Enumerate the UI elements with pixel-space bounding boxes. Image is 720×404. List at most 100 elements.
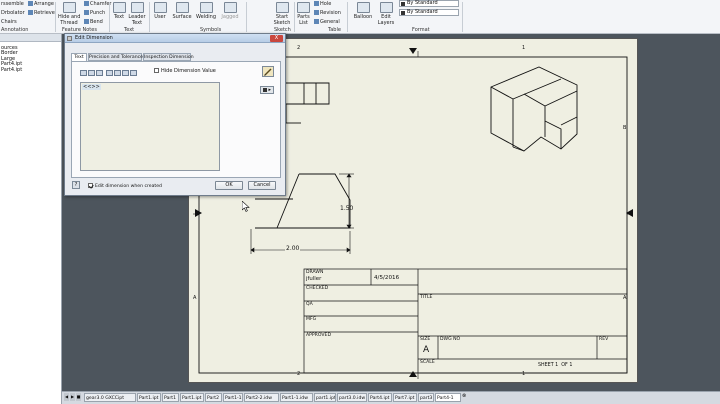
retrieve-button[interactable]: Retrieve [28,10,55,16]
isometric-view [490,66,578,152]
pen-icon[interactable] [262,66,274,77]
tab-scroll-right-icon[interactable]: ▶ [70,393,75,401]
ribbon-item-chairs[interactable]: Chairs [1,19,17,25]
doc-tab[interactable]: Part1-1.idw [280,393,313,402]
hide-dimension-value-checkbox[interactable]: Hide Dimension Value [154,68,216,74]
ribbon-separator [294,2,295,32]
hole-table-button[interactable]: Hole [314,1,331,7]
leader-text-icon [130,2,144,13]
doc-tab[interactable]: Part1.ipt [137,393,161,402]
style-combo[interactable]: By Standard [399,0,459,7]
hide-value-checkbox-box[interactable] [154,68,159,73]
doc-tab[interactable]: part1.ipt [314,393,336,402]
text-below-icon[interactable] [106,70,113,76]
text-button[interactable]: Text [112,2,126,26]
title-checked: CHECKED [306,286,329,291]
bend-icon [84,19,89,24]
doc-tab[interactable]: gear3.0 GXCCipt [84,393,136,402]
ribbon-separator [347,2,348,32]
doc-tab[interactable]: part3 [418,393,434,402]
doc-tab[interactable]: Part2 [205,393,222,402]
hole-table-icon [314,1,319,6]
mouse-cursor-icon [242,201,250,212]
help-button[interactable]: ? [72,181,80,189]
doc-tab[interactable]: Part1-1 [223,393,243,402]
doc-tab[interactable]: Part7.ipt [393,393,417,402]
ribbon-item-annotator[interactable]: Drbolator [1,10,25,16]
title-sheet: SHEET 1 OF 1 [538,363,573,368]
title-drawn-by: jfuller [306,276,322,282]
ok-button[interactable]: OK [215,181,243,190]
dimension-vertical[interactable]: 1.50 [340,205,353,212]
edit-layers-button[interactable]: Edit Layers [376,2,396,26]
close-tab-icon[interactable]: ⊗ [462,393,466,399]
leader-text-button[interactable]: Leader Text [127,2,147,26]
doc-tab[interactable]: Part4.ipt [368,393,392,402]
welding-button[interactable]: Welding [195,2,217,26]
text-above-icon[interactable] [122,70,129,76]
browser-node[interactable]: Part4.ipt [1,67,60,73]
insert-symbol-button[interactable]: ▸ [260,86,274,94]
zone-label-col: 1 [522,45,526,51]
user-symbol-button[interactable]: User [152,2,168,26]
general-table-button[interactable]: General [314,19,340,25]
dialog-titlebar[interactable]: Edit Dimension X [65,34,285,43]
cancel-button[interactable]: Cancel [248,181,276,190]
chamfer-button[interactable]: Chamfer [84,1,112,7]
hide-thread-button[interactable]: Hide and Thread [58,2,80,26]
title-drawn-date: 4/5/2016 [374,275,400,281]
zone-label-col: 2 [297,371,301,377]
tab-scroll-left-icon[interactable]: ◀ [64,393,69,401]
edit-when-created-box[interactable] [88,183,93,188]
title-dwg-no: DWG NO [440,337,461,342]
browser-tree: ources Border Large Part4.ipt Part4.ipt [0,42,61,77]
doc-tab[interactable]: part3.0.idw [337,393,367,402]
punch-button[interactable]: Punch [84,10,105,16]
dimension-text-editor[interactable]: <<>> [80,82,220,171]
tab-list-icon[interactable]: ■ [76,393,81,401]
text-icon [112,2,126,13]
balloon-button[interactable]: Balloon [352,2,374,26]
bend-button[interactable]: Bend [84,19,103,25]
ribbon-item-assemble[interactable]: rssemble [1,1,24,7]
tab-inspection-dimension[interactable]: Inspection Dimension [143,53,194,61]
jagged-icon [223,2,237,13]
jagged-button[interactable]: Jagged [219,2,241,26]
title-block [303,268,628,374]
ribbon-separator [149,2,150,32]
doc-tab-active[interactable]: Part4-1 [435,393,461,402]
dimension-value-token[interactable]: <<>> [82,84,101,90]
zone-label-col: 2 [297,45,301,51]
tab-precision-tolerance[interactable]: Precision and Tolerance [88,53,143,61]
doc-tab[interactable]: Part2-2.idw [244,393,279,402]
layer-combo[interactable]: By Standard [399,9,459,16]
start-sketch-button[interactable]: Start Sketch [272,2,292,26]
edit-dimension-when-created-checkbox[interactable]: Edit dimension when created [88,183,162,189]
layer-swatch-icon [401,11,405,15]
ribbon-separator [109,2,110,32]
text-stack-icon[interactable] [130,70,137,76]
panel-label-table: Table [328,27,341,33]
text-inline-icon[interactable] [114,70,121,76]
surface-button[interactable]: Surface [171,2,193,26]
align-center-icon[interactable] [88,70,95,76]
edit-dimension-dialog: Edit Dimension X Text Precision and Tole… [64,33,286,196]
align-right-icon[interactable] [96,70,103,76]
dimension-horizontal[interactable]: 2.00 [285,245,301,252]
arrange-button[interactable]: Arrange [28,1,54,7]
close-button[interactable]: X [270,35,283,42]
title-mfg: MFG [306,317,317,322]
title-approved: APPROVED [306,333,331,338]
zone-label-row: A [193,295,197,301]
center-mark-top [409,48,417,54]
doc-tab[interactable]: Part1.ipt [180,393,204,402]
title-size-label: SIZE [420,337,431,342]
symbol-icon [262,87,267,92]
doc-tab[interactable]: Part1 [162,393,179,402]
align-left-icon[interactable] [80,70,87,76]
chamfer-icon [84,1,89,6]
revision-table-button[interactable]: Revision [314,10,341,16]
retrieve-icon [28,10,33,15]
text-tab-panel: Hide Dimension Value <<>> ▸ [71,61,281,178]
parts-list-button[interactable]: Parts List [296,2,311,26]
